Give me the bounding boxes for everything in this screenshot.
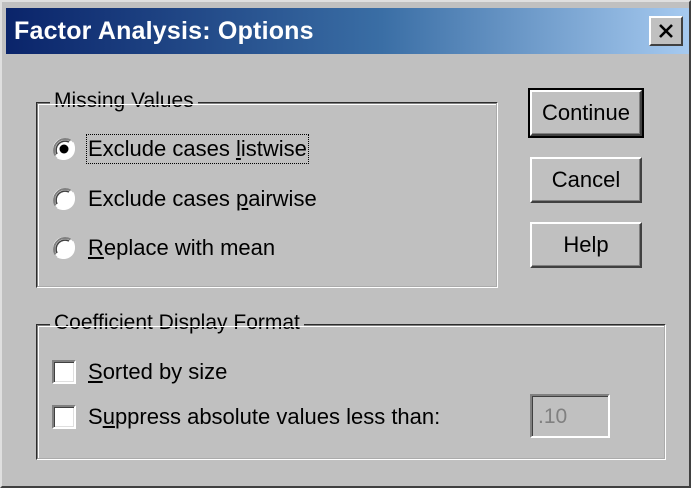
- radio-label-listwise: Exclude cases listwise: [86, 134, 309, 164]
- suppress-values-checkbox[interactable]: Suppress absolute values less than:: [52, 404, 440, 430]
- window-title: Factor Analysis: Options: [14, 17, 314, 45]
- missing-values-legend: Missing Values: [50, 89, 198, 113]
- radio-exclude-listwise[interactable]: Exclude cases listwise: [52, 134, 309, 164]
- continue-button[interactable]: Continue: [528, 88, 644, 138]
- suppress-values-label: Suppress absolute values less than:: [88, 404, 441, 429]
- options-dialog: Factor Analysis: Options Missing Values …: [0, 0, 691, 488]
- radio-label-pairwise: Exclude cases pairwise: [88, 186, 317, 211]
- checkbox-box: [52, 405, 76, 429]
- radio-replace-mean[interactable]: Replace with mean: [52, 235, 275, 261]
- radio-exclude-pairwise[interactable]: Exclude cases pairwise: [52, 186, 317, 212]
- cancel-button[interactable]: Cancel: [530, 157, 642, 203]
- radio-icon: [53, 138, 75, 160]
- radio-label-replace-mean: Replace with mean: [88, 235, 276, 260]
- radio-icon: [53, 237, 75, 259]
- checkbox-box: [52, 360, 76, 384]
- title-bar[interactable]: Factor Analysis: Options: [6, 8, 689, 54]
- coefficient-display-legend: Coefficient Display Format: [50, 311, 304, 335]
- close-button[interactable]: [649, 16, 683, 46]
- close-icon: [659, 24, 673, 38]
- radio-icon: [53, 188, 75, 210]
- help-button[interactable]: Help: [530, 222, 642, 268]
- sorted-by-size-label: Sorted by size: [88, 359, 228, 384]
- sorted-by-size-checkbox[interactable]: Sorted by size: [52, 359, 227, 385]
- coefficient-display-group: Coefficient Display Format: [36, 311, 666, 460]
- suppress-threshold-input[interactable]: .10: [530, 394, 610, 438]
